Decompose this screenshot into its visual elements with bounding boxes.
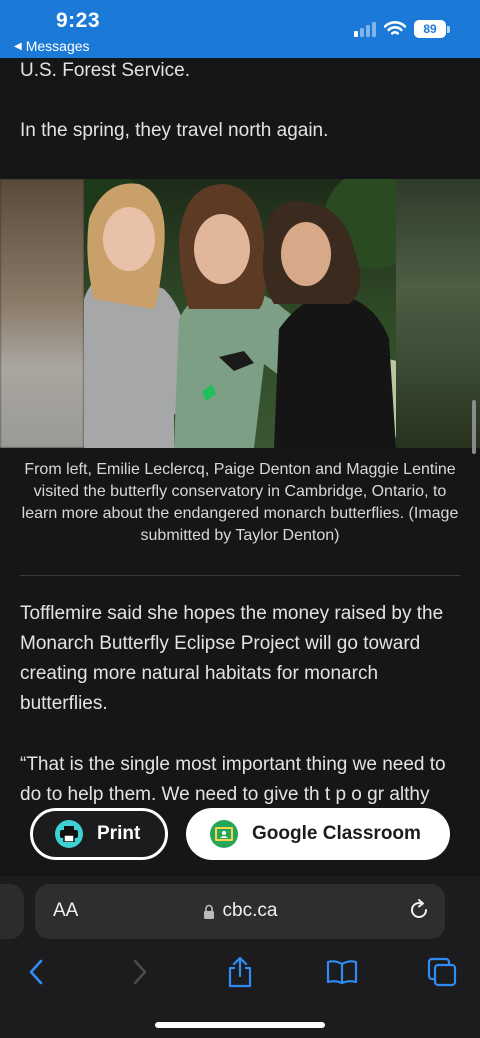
lock-icon (203, 904, 214, 919)
paragraph-tofflemire: Tofflemire said she hopes the money rais… (20, 603, 444, 714)
tabs-button[interactable] (420, 950, 464, 994)
image-blur-right (396, 179, 480, 448)
print-button[interactable]: Print (30, 808, 168, 860)
back-triangle-icon: ◀ (14, 40, 22, 52)
status-icons: 89 (354, 20, 450, 38)
image-caption: From left, Emilie Leclercq, Paige Denton… (21, 461, 459, 544)
cellular-signal-icon (354, 21, 376, 37)
status-bar: 9:23 ◀ Messages 89 (0, 0, 480, 58)
url-text: cbc.ca (222, 900, 278, 921)
article-image[interactable] (0, 179, 480, 448)
browser-nav-row (0, 950, 480, 994)
back-to-messages[interactable]: ◀ Messages (14, 38, 90, 54)
printer-icon (55, 820, 83, 848)
google-classroom-label: Google Classroom (252, 823, 421, 844)
google-classroom-icon (210, 820, 238, 848)
share-icon (228, 956, 252, 988)
share-button[interactable] (218, 950, 262, 994)
back-button[interactable] (14, 950, 58, 994)
browser-toolbar: AA cbc.ca (0, 876, 480, 1038)
url-display[interactable]: cbc.ca (35, 900, 445, 922)
tabs-icon (427, 957, 457, 987)
photo-three-girls (84, 179, 396, 448)
back-icon (29, 959, 43, 985)
wifi-icon (384, 21, 406, 35)
forward-button[interactable] (118, 950, 162, 994)
paragraph-quote: “That is the single most important thing… (20, 754, 446, 805)
image-blur-left (0, 179, 84, 448)
battery-level: 89 (414, 20, 446, 38)
status-time: 9:23 (56, 9, 101, 32)
caption-divider (20, 575, 460, 576)
battery-icon: 89 (414, 20, 450, 38)
address-bar[interactable]: AA cbc.ca (35, 884, 445, 939)
photo-illustration (84, 179, 396, 448)
paragraph-forest-service: U.S. Forest Service. (20, 60, 190, 81)
scrollbar-thumb[interactable] (472, 400, 476, 454)
google-classroom-button[interactable]: Google Classroom (186, 808, 450, 860)
forward-icon (133, 959, 147, 985)
previous-tab-preview[interactable] (0, 884, 24, 939)
reload-button[interactable] (407, 898, 431, 927)
reload-icon (411, 899, 427, 918)
bookmarks-button[interactable] (320, 950, 364, 994)
bookmarks-icon (326, 960, 358, 985)
print-label: Print (97, 823, 141, 844)
back-label: Messages (25, 38, 90, 54)
paragraph-spring: In the spring, they travel north again. (20, 120, 329, 141)
home-indicator[interactable] (155, 1022, 325, 1028)
article-content[interactable]: U.S. Forest Service. In the spring, they… (0, 58, 480, 876)
